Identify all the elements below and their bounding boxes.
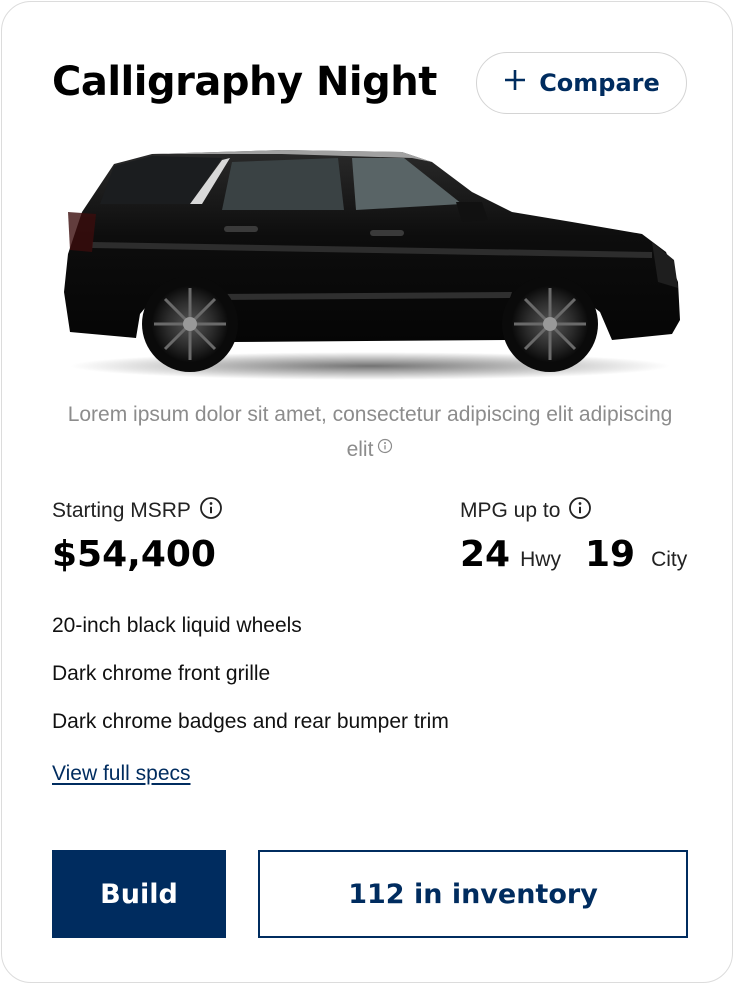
- list-item: 20-inch black liquid wheels: [52, 614, 302, 637]
- mpg-values: 24 Hwy 19 City: [460, 532, 687, 578]
- mpg-label-group: MPG up to: [460, 496, 592, 526]
- msrp-value: $54,400: [52, 534, 216, 575]
- list-item: Dark chrome badges and rear bumper trim: [52, 710, 449, 733]
- build-button[interactable]: Build: [52, 850, 226, 938]
- info-icon[interactable]: [199, 496, 223, 526]
- trim-title: Calligraphy Night: [52, 59, 437, 105]
- info-icon[interactable]: [568, 496, 592, 526]
- view-full-specs-link[interactable]: View full specs: [52, 762, 191, 786]
- plus-icon: [503, 68, 527, 98]
- mpg-hwy-value: 24: [460, 534, 511, 575]
- mpg-hwy-unit: Hwy: [520, 548, 561, 571]
- vehicle-image: [64, 150, 680, 380]
- compare-button[interactable]: Compare: [476, 52, 687, 114]
- vehicle-description: Lorem ipsum dolor sit amet, consectetur …: [62, 398, 678, 466]
- mpg-city-unit: City: [651, 548, 688, 571]
- msrp-label-group: Starting MSRP: [52, 496, 223, 526]
- info-icon[interactable]: [377, 431, 393, 464]
- compare-label: Compare: [539, 69, 660, 97]
- description-text: Lorem ipsum dolor sit amet, consectetur …: [67, 403, 673, 461]
- trim-card: Calligraphy Night Compare Lorem ipsum do…: [1, 1, 733, 983]
- inventory-button[interactable]: 112 in inventory: [258, 850, 688, 938]
- list-item: Dark chrome front grille: [52, 662, 271, 685]
- feature-list: 20-inch black liquid wheels Dark chrome …: [52, 610, 449, 754]
- msrp-label: Starting MSRP: [52, 499, 191, 522]
- mpg-label: MPG up to: [460, 499, 561, 522]
- mpg-city-value: 19: [584, 534, 636, 575]
